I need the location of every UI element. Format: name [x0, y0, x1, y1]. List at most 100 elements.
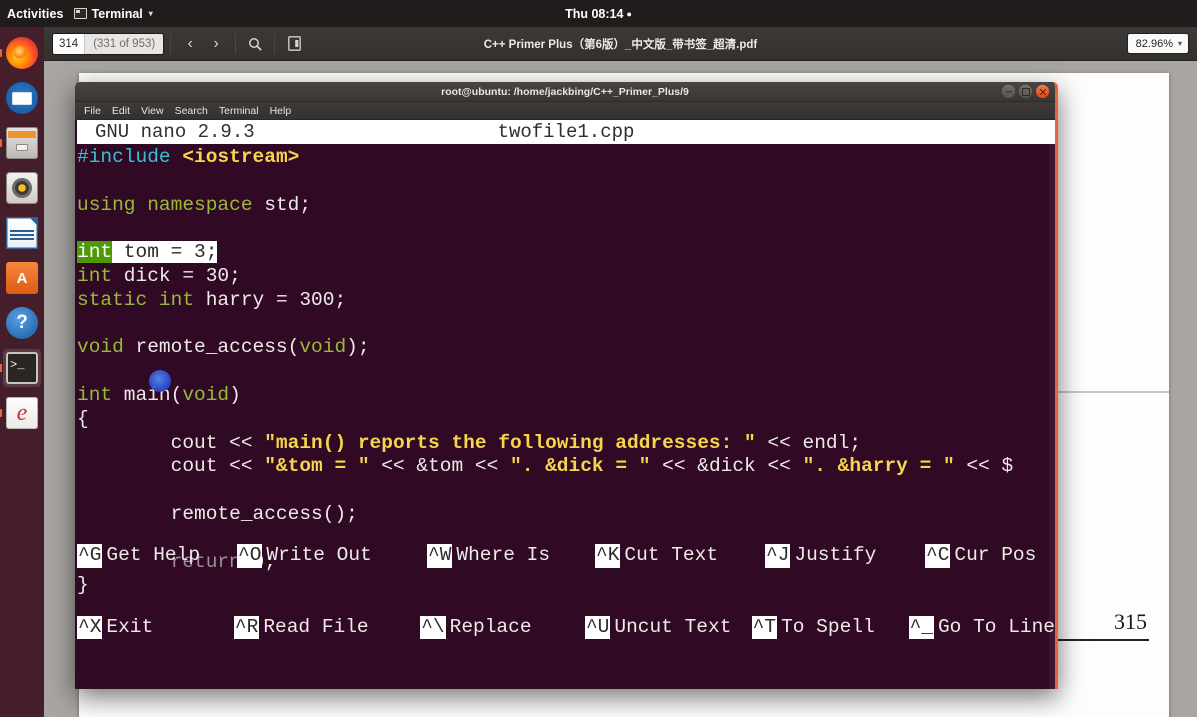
- shortcut-label: Replace: [449, 615, 532, 638]
- shortcut-label: Get Help: [106, 544, 201, 567]
- pdf-page-number: 315: [1114, 609, 1147, 634]
- notification-dot-icon: ●: [626, 9, 632, 20]
- dock-item-rhythmbox[interactable]: [3, 169, 41, 207]
- code-token: << &tom <<: [369, 455, 510, 478]
- terminal-titlebar[interactable]: root@ubuntu: /home/jackbing/C++_Primer_P…: [75, 82, 1055, 102]
- writer-icon: [6, 217, 38, 249]
- rhythmbox-icon: [6, 172, 38, 204]
- menu-item-view[interactable]: View: [141, 105, 164, 117]
- shortcut-row-2: ^X Exit ^R Read File ^\ Replace ^U Uncut Text ^T…: [77, 615, 1055, 640]
- files-icon: [6, 127, 38, 159]
- code-token: <iostream>: [182, 146, 300, 168]
- nano-filename-label: twofile1.cpp: [497, 121, 635, 143]
- menu-item-help[interactable]: Help: [270, 105, 292, 117]
- shortcut-label: Justify: [794, 544, 877, 567]
- dock-item-writer[interactable]: [3, 214, 41, 252]
- terminal-icon: [6, 352, 38, 384]
- shortcut-item[interactable]: ^C Cur Pos: [925, 544, 1037, 569]
- shortcut-key: ^T: [751, 615, 778, 640]
- code-line: static int harry = 300;: [77, 289, 1055, 313]
- shortcut-key: ^U: [584, 615, 611, 640]
- dock-item-evince[interactable]: [3, 394, 41, 432]
- zoom-selector[interactable]: 82.96% ▾: [1126, 33, 1189, 54]
- shortcut-key: ^G: [77, 544, 103, 569]
- shortcut-item[interactable]: ^O Write Out: [237, 544, 427, 569]
- code-token: main(: [112, 383, 183, 406]
- code-token: dick = 30;: [112, 264, 241, 287]
- shortcut-item[interactable]: ^U Uncut Text: [584, 615, 752, 640]
- code-token: ): [229, 383, 241, 406]
- code-token: void: [299, 336, 347, 359]
- thunderbird-icon: [6, 82, 38, 114]
- terminal-scrollbar[interactable]: [1049, 120, 1055, 689]
- evince-icon: [6, 397, 38, 429]
- page-number-box[interactable]: 314 (331 of 953): [52, 32, 165, 55]
- code-line: void remote_access(void);: [77, 336, 1055, 360]
- shortcut-label: Uncut Text: [614, 615, 732, 638]
- maximize-button[interactable]: [1019, 85, 1032, 98]
- code-line: {: [77, 408, 1055, 432]
- shortcut-key: ^X: [77, 615, 103, 640]
- shortcut-item[interactable]: ^G Get Help: [77, 544, 237, 569]
- menu-item-file[interactable]: File: [84, 105, 101, 117]
- code-token: std;: [252, 193, 312, 216]
- page-number-input[interactable]: 314: [53, 33, 85, 54]
- next-page-button[interactable]: ›: [203, 32, 229, 56]
- code-token: ". &harry = ": [802, 455, 955, 478]
- shortcut-label: Exit: [106, 615, 154, 638]
- dock-item-firefox[interactable]: [3, 34, 41, 72]
- shortcut-item[interactable]: ^R Read File: [233, 615, 420, 640]
- shortcut-key: ^O: [237, 544, 263, 569]
- code-token: void: [77, 336, 124, 359]
- terminal-window[interactable]: root@ubuntu: /home/jackbing/C++_Primer_P…: [75, 82, 1058, 689]
- toolbar-divider-2: [235, 33, 237, 54]
- shortcut-item[interactable]: ^W Where Is: [427, 544, 595, 569]
- minimize-button[interactable]: [1002, 85, 1015, 98]
- shortcut-label: Cut Text: [624, 544, 719, 567]
- shortcut-label: Read File: [263, 615, 369, 638]
- close-button[interactable]: [1036, 85, 1049, 98]
- shortcut-label: To Spell: [781, 615, 875, 638]
- dock-item-software[interactable]: [3, 259, 41, 297]
- code-token: << &dick <<: [650, 455, 803, 478]
- dock-item-files[interactable]: [3, 124, 41, 162]
- shortcut-item[interactable]: ^K Cut Text: [595, 544, 765, 569]
- menu-item-terminal[interactable]: Terminal: [219, 105, 259, 117]
- shortcut-item[interactable]: ^J Justify: [765, 544, 925, 569]
- code-token: cout <<: [77, 455, 265, 478]
- code-token: int: [77, 383, 113, 406]
- nano-editor[interactable]: GNU nano 2.9.3 twofile1.cpp #include <io…: [75, 120, 1055, 689]
- shortcut-item[interactable]: ^\ Replace: [420, 615, 585, 640]
- shortcut-item[interactable]: ^T To Spell: [751, 615, 909, 640]
- shortcut-item[interactable]: ^_ Go To Line: [908, 615, 1055, 640]
- software-icon: [6, 262, 38, 294]
- code-line: int main(void): [77, 384, 1055, 408]
- code-token: remote_access(: [123, 336, 300, 359]
- terminal-title-label: root@ubuntu: /home/jackbing/C++_Primer_P…: [441, 85, 689, 98]
- dock-item-help[interactable]: [3, 304, 41, 342]
- sidebar-icon[interactable]: [281, 32, 307, 56]
- code-line: cout << "&tom = " << &tom << ". &dick = …: [77, 455, 1055, 479]
- menu-item-search[interactable]: Search: [175, 105, 208, 117]
- code-token: cout <<: [77, 431, 265, 454]
- code-line: #include <iostream>: [77, 146, 1055, 170]
- dock-item-thunderbird[interactable]: [3, 79, 41, 117]
- nano-shortcut-bar: ^G Get Help ^O Write Out ^W Where Is ^K Cut Tex…: [77, 497, 1055, 687]
- dock-item-terminal[interactable]: [3, 349, 41, 387]
- code-line: int dick = 30;: [77, 265, 1055, 289]
- menu-item-edit[interactable]: Edit: [112, 105, 130, 117]
- code-token: "main() reports the following addresses:…: [264, 431, 756, 454]
- code-token: void: [182, 383, 230, 406]
- code-token: ". &dick = ": [510, 455, 651, 478]
- previous-page-button[interactable]: ‹: [177, 32, 203, 56]
- desktop-screen: 314 (331 of 953) ‹ › C++ Primer Plus（第6版…: [0, 0, 1197, 717]
- nano-titlebar: GNU nano 2.9.3 twofile1.cpp: [77, 120, 1055, 144]
- shortcut-label: Cur Pos: [954, 544, 1037, 567]
- terminal-menubar[interactable]: File Edit View Search Terminal Help: [75, 102, 1055, 120]
- code-token: #include: [77, 146, 171, 168]
- shortcut-item[interactable]: ^X Exit: [77, 615, 234, 640]
- clock-button[interactable]: Thu 08:14 ●: [0, 7, 1197, 21]
- search-icon[interactable]: [242, 32, 268, 56]
